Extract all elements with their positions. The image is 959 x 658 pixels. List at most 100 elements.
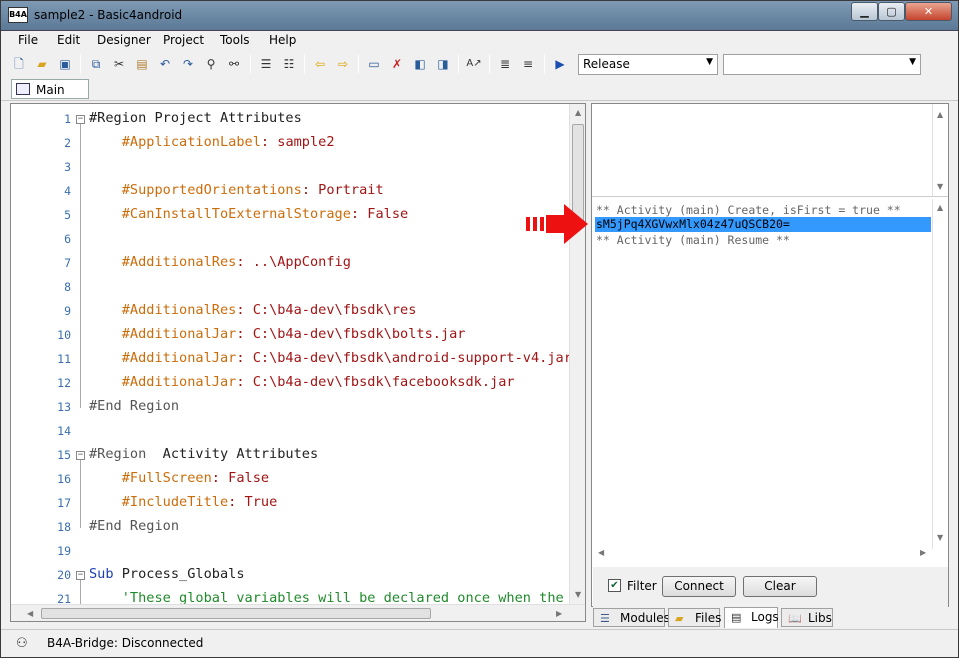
code-line[interactable]: 19: [11, 540, 571, 564]
editor-horizontal-scrollbar[interactable]: ◀ ▶: [11, 604, 585, 621]
scroll-up-icon[interactable]: ▲: [937, 110, 943, 119]
code-line[interactable]: 14: [11, 420, 571, 444]
comment-icon[interactable]: ☰: [258, 56, 274, 72]
toolbar: 🗋 ▰ ▣ ⧉ ✂ ▤ ↶ ↷ ⚲ ⚯ ☰ ☷ ⇦ ⇨ ▭ ✗ ◧ ◨ A↗ ≣…: [1, 52, 958, 76]
tab-logs[interactable]: ▤ Logs: [724, 607, 779, 628]
next-bookmark-icon[interactable]: ◨: [435, 56, 451, 72]
outdent-icon[interactable]: ≡: [520, 56, 536, 72]
code-line[interactable]: 11 #AdditionalJar: C:\b4a-dev\fbsdk\andr…: [11, 348, 572, 372]
code-line[interactable]: 9 #AdditionalRes: C:\b4a-dev\fbsdk\res: [11, 300, 571, 324]
filter-checkbox[interactable]: ✔: [608, 579, 621, 592]
code-token: : C:\b4a-dev\fbsdk\facebooksdk.jar: [236, 374, 515, 390]
menu-project[interactable]: Project: [163, 33, 204, 47]
tab-files[interactable]: ▰ Files: [668, 608, 721, 627]
code-line[interactable]: 3: [11, 156, 571, 180]
code-line[interactable]: 1− #Region Project Attributes: [11, 108, 571, 132]
book-icon: 📖: [788, 612, 802, 625]
save-icon[interactable]: ▣: [57, 56, 73, 72]
line-number: 12: [57, 376, 71, 390]
menu-edit[interactable]: Edit: [57, 33, 80, 47]
menu-help[interactable]: Help: [269, 33, 296, 47]
folder-icon: ▰: [675, 612, 684, 625]
connect-button[interactable]: Connect: [662, 576, 736, 597]
undo-icon[interactable]: ↶: [157, 56, 173, 72]
code-line[interactable]: 6: [11, 228, 571, 252]
log-line[interactable]: ** Activity (main) Resume **: [596, 233, 790, 247]
copy-icon[interactable]: ⧉: [88, 56, 104, 72]
fold-toggle-icon[interactable]: −: [76, 115, 85, 124]
menu-bar: File Edit Designer Project Tools Help: [1, 31, 958, 51]
fold-toggle-icon[interactable]: −: [76, 571, 85, 580]
code-line[interactable]: 2 #ApplicationLabel: sample2: [11, 132, 571, 156]
top-pane-scrollbar[interactable]: ▲ ▼: [932, 104, 948, 196]
scroll-left-icon[interactable]: ◀: [598, 548, 604, 557]
run-icon[interactable]: ▶: [552, 56, 568, 72]
back-icon[interactable]: ⇦: [312, 56, 328, 72]
cut-icon[interactable]: ✂: [111, 56, 127, 72]
bookmark-icon[interactable]: ▭: [366, 56, 382, 72]
code-line[interactable]: 12 #AdditionalJar: C:\b4a-dev\fbsdk\face…: [11, 372, 571, 396]
code-text: #AdditionalJar: C:\b4a-dev\fbsdk\bolts.j…: [89, 326, 466, 342]
remove-bookmark-icon[interactable]: ✗: [389, 56, 405, 72]
code-line[interactable]: 10 #AdditionalJar: C:\b4a-dev\fbsdk\bolt…: [11, 324, 571, 348]
scroll-right-icon[interactable]: ▶: [556, 609, 562, 618]
line-number: 20: [57, 568, 71, 582]
scroll-up-icon[interactable]: ▲: [937, 203, 943, 212]
scroll-left-icon[interactable]: ◀: [27, 609, 33, 618]
bottom-tabs: ☰ Modules ▰ Files ▤ Logs 📖 Libs: [593, 607, 948, 628]
status-bar: ⚇ B4A-Bridge: Disconnected: [1, 629, 958, 657]
code-line[interactable]: 8: [11, 276, 571, 300]
editor-vertical-scrollbar[interactable]: ▲ ▼: [569, 104, 585, 604]
scrollbar-thumb[interactable]: [41, 608, 431, 619]
find-icon[interactable]: ⚲: [203, 56, 219, 72]
code-line[interactable]: 5 #CanInstallToExternalStorage: False: [11, 204, 571, 228]
uncomment-icon[interactable]: ☷: [281, 56, 297, 72]
forward-icon[interactable]: ⇨: [335, 56, 351, 72]
code-line[interactable]: 20− Sub Process_Globals: [11, 564, 571, 588]
tab-main[interactable]: Main: [11, 79, 89, 99]
font-icon[interactable]: A↗: [466, 56, 482, 72]
code-line[interactable]: 4 #SupportedOrientations: Portrait: [11, 180, 571, 204]
code-line[interactable]: 18 #End Region: [11, 516, 571, 540]
device-select[interactable]: ▼: [723, 54, 921, 75]
clear-button[interactable]: Clear: [743, 576, 817, 597]
code-line[interactable]: 16 #FullScreen: False: [11, 468, 571, 492]
close-button[interactable]: ✕: [905, 2, 952, 21]
scroll-up-icon[interactable]: ▲: [575, 108, 581, 117]
scroll-down-icon[interactable]: ▼: [575, 590, 581, 599]
tab-libs[interactable]: 📖 Libs: [781, 608, 833, 627]
filter-label: Filter: [627, 579, 657, 593]
code-line[interactable]: 7 #AdditionalRes: ..\AppConfig: [11, 252, 571, 276]
log-vertical-scrollbar[interactable]: ▲ ▼: [932, 199, 948, 549]
menu-file[interactable]: File: [18, 33, 38, 47]
redo-icon[interactable]: ↷: [180, 56, 196, 72]
menu-designer[interactable]: Designer: [97, 33, 151, 47]
line-number: 1: [64, 112, 71, 126]
build-mode-select[interactable]: Release ▼: [578, 54, 718, 75]
scroll-right-icon[interactable]: ▶: [920, 548, 926, 557]
log-horizontal-scrollbar[interactable]: ◀ ▶: [592, 544, 932, 560]
indent-icon[interactable]: ≣: [497, 56, 513, 72]
minimize-button[interactable]: ▁: [851, 2, 878, 21]
code-line[interactable]: 13 #End Region: [11, 396, 571, 420]
new-file-icon[interactable]: 🗋: [11, 56, 27, 72]
paste-icon[interactable]: ▤: [134, 56, 150, 72]
scroll-down-icon[interactable]: ▼: [937, 182, 943, 191]
scroll-down-icon[interactable]: ▼: [937, 533, 943, 542]
open-folder-icon[interactable]: ▰: [34, 56, 50, 72]
log-line[interactable]: ** Activity (main) Create, isFirst = tru…: [596, 203, 901, 217]
fold-toggle-icon[interactable]: −: [76, 451, 85, 460]
menu-tools[interactable]: Tools: [220, 33, 250, 47]
pane-divider: [592, 196, 948, 197]
title-bar[interactable]: B4A sample2 - Basic4android ▁ ▢ ✕: [1, 1, 958, 31]
code-editor[interactable]: 1− #Region Project Attributes 2 #Applicati…: [10, 103, 586, 622]
find-replace-icon[interactable]: ⚯: [226, 56, 242, 72]
tab-modules[interactable]: ☰ Modules: [593, 608, 670, 627]
prev-bookmark-icon[interactable]: ◧: [412, 56, 428, 72]
build-mode-value: Release: [583, 57, 630, 71]
code-line[interactable]: 17 #IncludeTitle: True: [11, 492, 571, 516]
maximize-button[interactable]: ▢: [878, 2, 905, 21]
code-line[interactable]: 15− #Region Activity Attributes: [11, 444, 571, 468]
log-line-selected[interactable]: sM5jPq4XGVwxMlx04z47uQSCB20=: [595, 217, 931, 232]
